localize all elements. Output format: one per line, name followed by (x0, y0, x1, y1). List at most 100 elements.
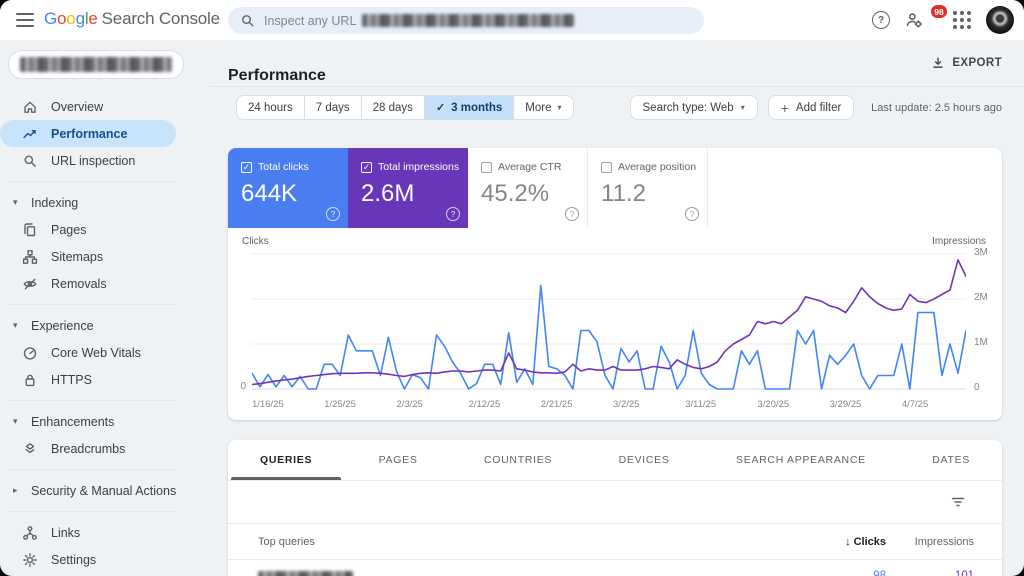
metric-value: 644K (241, 180, 298, 207)
app-logo[interactable]: Google Search Console (44, 9, 220, 29)
pages-icon (22, 222, 38, 238)
sidebar-item-label: Links (51, 525, 81, 540)
date-chip-3-months[interactable]: ✓ 3 months (424, 96, 515, 119)
metric-tiles: ✓ Total clicks 644K? ✓ Total impressions 2.6M… (228, 148, 708, 228)
unchecked-checkbox-icon[interactable] (601, 161, 612, 173)
x-axis-tick: 3/20/25 (757, 399, 790, 410)
metric-label: Total impressions (378, 161, 460, 173)
date-chip-28-days[interactable]: 28 days (362, 96, 425, 119)
date-chip-label: More (525, 101, 552, 114)
search-type-chip[interactable]: Search type: Web ▾ (629, 95, 758, 120)
section-label: Indexing (31, 195, 79, 210)
sidebar-section-security-manual-actions[interactable]: ▸ Security & Manual Actions (0, 477, 210, 504)
sidebar-item-performance[interactable]: Performance (0, 120, 176, 147)
avatar[interactable] (986, 6, 1014, 34)
sidebar-section-indexing[interactable]: ▾ Indexing (0, 189, 210, 216)
date-chip-more[interactable]: More ▾ (514, 96, 572, 119)
sidebar-item-sitemaps[interactable]: Sitemaps (0, 243, 176, 270)
sidebar-item-url-inspection[interactable]: URL inspection (0, 147, 176, 174)
section-label: Enhancements (31, 414, 115, 429)
property-selector[interactable] (8, 50, 184, 79)
metric-tile-average-ctr[interactable]: Average CTR 45.2%? (468, 148, 588, 228)
tab-countries[interactable]: COUNTRIES (476, 440, 560, 480)
search-placeholder: Inspect any URL (264, 13, 357, 28)
sidebar-section-experience[interactable]: ▾ Experience (0, 312, 210, 339)
help-icon[interactable]: ? (685, 207, 699, 221)
date-chip-7-days[interactable]: 7 days (305, 96, 362, 119)
google-apps-grid-icon[interactable] (953, 11, 971, 29)
row-impressions-value: 101 (954, 570, 974, 576)
manage-account-icon[interactable] (905, 11, 923, 29)
metric-tile-average-position[interactable]: Average position 11.2? (588, 148, 708, 228)
x-axis-tick: 2/12/25 (468, 399, 501, 410)
help-icon[interactable]: ? (446, 207, 460, 221)
download-icon (931, 56, 945, 70)
metric-value: 45.2% (481, 180, 550, 207)
date-chip-label: 24 hours (248, 101, 293, 114)
add-filter-chip[interactable]: + Add filter (767, 95, 855, 120)
sidebar-item-settings[interactable]: Settings (0, 546, 176, 573)
sidebar-item-core-web-vitals[interactable]: Core Web Vitals (0, 339, 176, 366)
top-bar: Google Search Console Inspect any URL ? 9… (0, 0, 1024, 40)
tab-pages[interactable]: PAGES (371, 440, 426, 480)
page-title: Performance (228, 66, 326, 84)
sidebar-item-label: Overview (51, 99, 104, 114)
export-button[interactable]: EXPORT (931, 56, 1002, 70)
metric-tile-total-clicks[interactable]: ✓ Total clicks 644K? (228, 148, 348, 228)
metric-label-row: ✓ Total impressions (361, 161, 468, 173)
top-queries-column-header[interactable]: Top queries (258, 536, 746, 548)
app-window: Google Search Console Inspect any URL ? 9… (0, 0, 1024, 576)
checked-checkbox-icon[interactable]: ✓ (241, 161, 252, 173)
caret-right-icon: ▸ (13, 485, 18, 495)
tab-devices[interactable]: DEVICES (611, 440, 678, 480)
clicks-column-header[interactable]: ↓ Clicks (746, 536, 886, 548)
help-icon[interactable]: ? (326, 207, 340, 221)
sidebar-item-pages[interactable]: Pages (0, 216, 176, 243)
metric-label-row: Average CTR (481, 161, 587, 173)
metric-label-row: Average position (601, 161, 707, 173)
plus-icon: + (780, 99, 789, 116)
impressions-column-header[interactable]: Impressions (886, 536, 1002, 548)
date-chip-label: 7 days (315, 101, 350, 114)
search-icon (240, 13, 255, 28)
add-filter-label: Add filter (795, 101, 842, 114)
date-chip-24-hours[interactable]: 24 hours (237, 96, 305, 119)
help-icon[interactable]: ? (565, 207, 579, 221)
sidebar-item-label: Performance (51, 126, 128, 141)
help-icon[interactable]: ? (872, 11, 890, 29)
sidebar-section-enhancements[interactable]: ▾ Enhancements (0, 408, 210, 435)
date-range-segmented-control: 24 hours 7 days 28 days ✓ 3 months More ▾ (236, 95, 574, 120)
chevron-down-icon: ▾ (557, 103, 562, 112)
tab-dates[interactable]: DATES (924, 440, 978, 480)
last-update-text: Last update: 2.5 hours ago (871, 101, 1002, 114)
sidebar-item-label: Core Web Vitals (51, 345, 141, 360)
dimensions-table-card: QUERIES PAGES COUNTRIES DEVICES SEARCH APPEA… (228, 440, 1002, 576)
filter-icon[interactable] (950, 494, 966, 510)
checked-checkbox-icon[interactable]: ✓ (361, 161, 372, 173)
url-inspect-searchbox[interactable]: Inspect any URL (228, 7, 704, 34)
table-row[interactable]: 98 101 (228, 560, 1002, 576)
notification-count-badge: 98 (931, 5, 947, 18)
sidebar-item-removals[interactable]: Removals (0, 270, 176, 297)
hamburger-menu-icon[interactable] (16, 13, 34, 27)
metric-tile-total-impressions[interactable]: ✓ Total impressions 2.6M? (348, 148, 468, 228)
metric-label-row: ✓ Total clicks (241, 161, 348, 173)
sidebar-item-breadcrumbs[interactable]: Breadcrumbs (0, 435, 176, 462)
sidebar: Overview Performance URL inspection ▾ Indexi… (0, 40, 210, 576)
sidebar-item-https[interactable]: HTTPS (0, 366, 176, 393)
home-icon (22, 99, 38, 115)
sidebar-item-overview[interactable]: Overview (0, 93, 176, 120)
check-icon: ✓ (435, 102, 446, 114)
tab-queries[interactable]: QUERIES (252, 440, 320, 480)
tab-search-appearance[interactable]: SEARCH APPEARANCE (728, 440, 874, 480)
timeseries-chart[interactable] (252, 250, 966, 395)
redacted-url-text (362, 14, 575, 27)
x-axis-tick: 3/29/25 (829, 399, 862, 410)
x-axis-tick: 1/25/25 (324, 399, 356, 410)
redacted-property-name (20, 57, 172, 72)
dimension-tabs: QUERIES PAGES COUNTRIES DEVICES SEARCH APPEA… (228, 440, 1002, 481)
metric-value: 2.6M (361, 180, 415, 207)
sidebar-item-links[interactable]: Links (0, 519, 176, 546)
unchecked-checkbox-icon[interactable] (481, 161, 492, 173)
https-icon (22, 372, 38, 388)
